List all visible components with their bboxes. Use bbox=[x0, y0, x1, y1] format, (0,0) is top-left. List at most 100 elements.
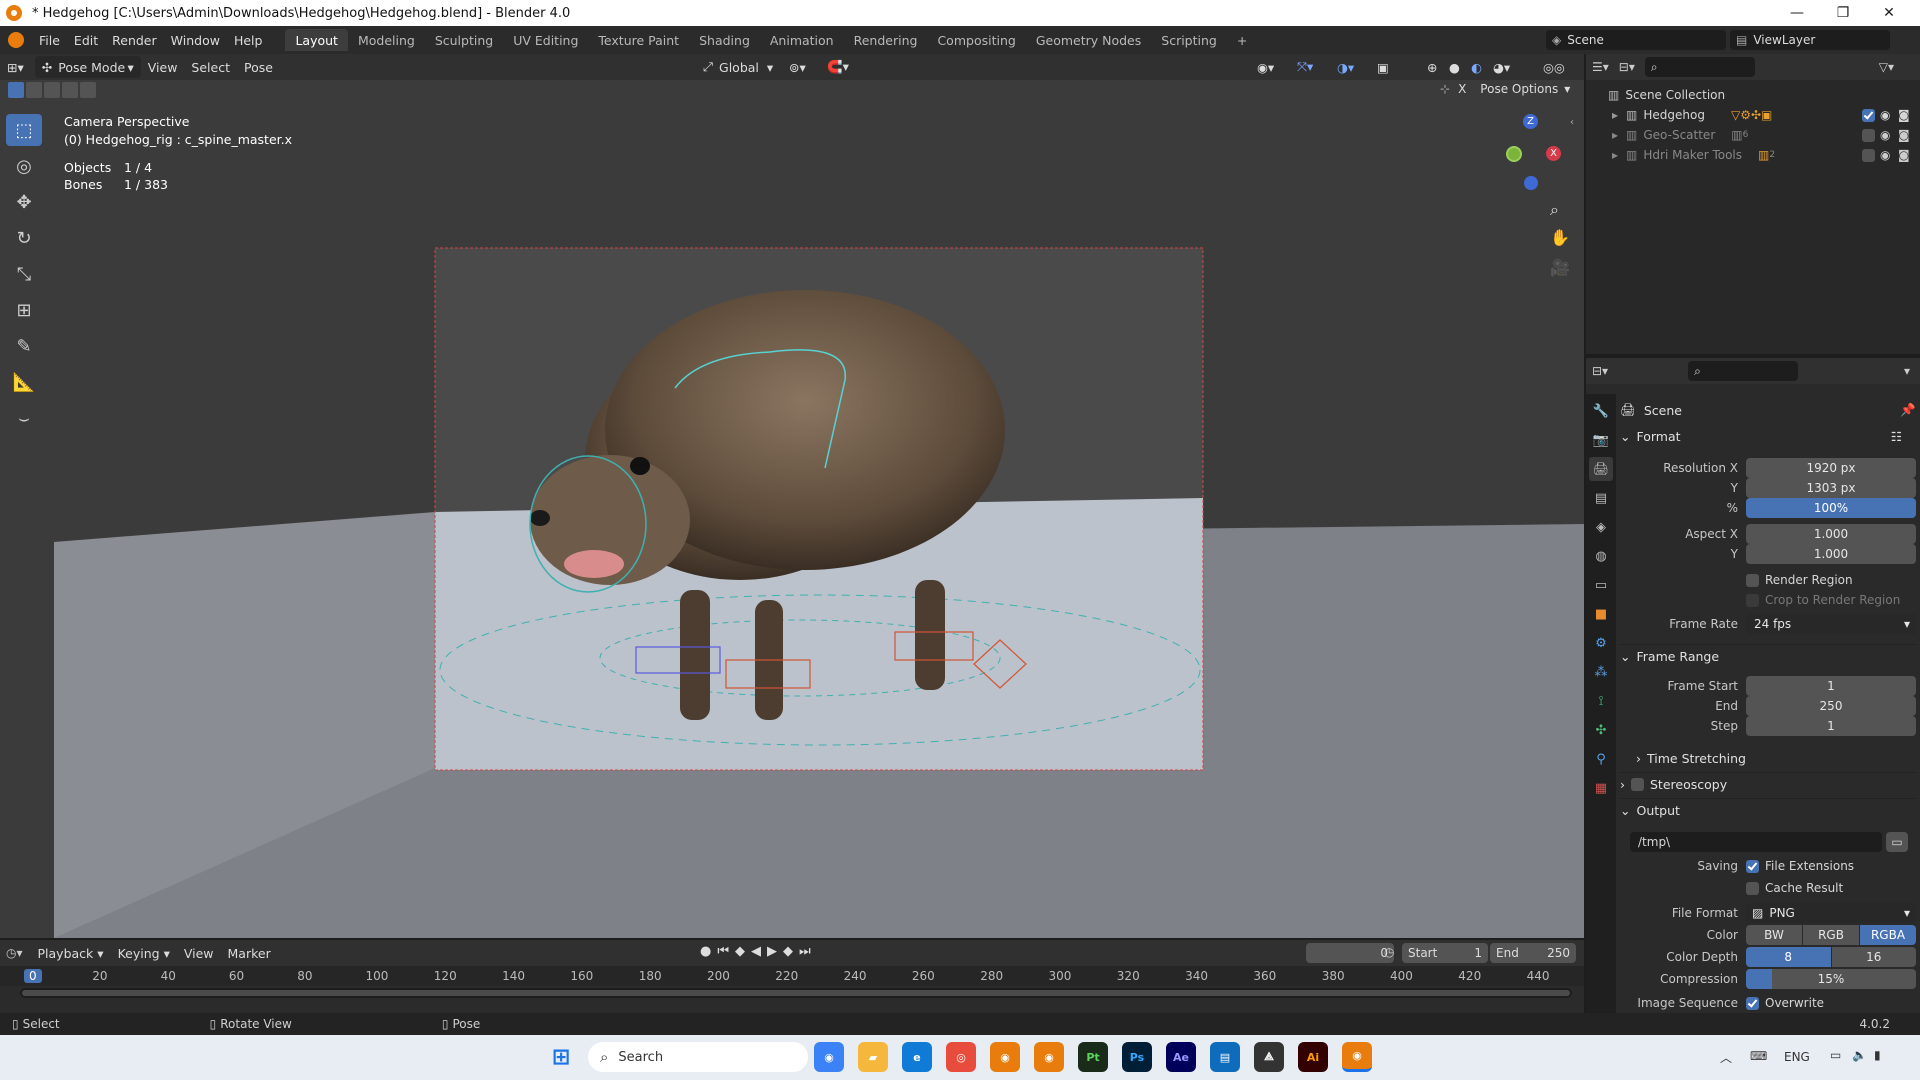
menu-help[interactable]: Help bbox=[227, 26, 270, 54]
gizmo-x-axis[interactable]: X bbox=[1546, 146, 1561, 161]
viewport-menu-select[interactable]: Select bbox=[184, 56, 237, 78]
tray-chevron-icon[interactable]: ︿ bbox=[1720, 1049, 1732, 1066]
timeline-scroll-thumb[interactable] bbox=[22, 990, 1570, 996]
exclude-checkbox[interactable] bbox=[1862, 128, 1875, 142]
bone-tab-icon[interactable]: ⚲ bbox=[1589, 747, 1613, 771]
frame-range-panel-header[interactable]: ⌄ Frame Range bbox=[1620, 644, 1916, 668]
after-effects-app-icon[interactable]: Ae bbox=[1166, 1042, 1196, 1072]
timeline-scrollbar[interactable] bbox=[20, 988, 1572, 998]
cursor-tool-icon[interactable]: ◎ bbox=[6, 150, 42, 182]
outliner-item-geo-scatter[interactable]: ▸ ▥ Geo-Scatter ▥ 6 ◉ ◙ bbox=[1612, 128, 1912, 142]
exclude-checkbox[interactable] bbox=[1862, 148, 1875, 162]
blender-active-app-icon[interactable]: ◉ bbox=[1342, 1042, 1372, 1072]
frame-step-field[interactable]: 1 bbox=[1746, 716, 1916, 736]
render-region-row[interactable]: Render Region bbox=[1626, 570, 1916, 590]
add-workspace-button[interactable]: + bbox=[1227, 29, 1257, 51]
outliner-editor-icon[interactable]: ☰▾ bbox=[1592, 60, 1609, 74]
visibility-icon[interactable]: ◉▾ bbox=[1250, 56, 1281, 78]
volume-icon[interactable]: 🔈 bbox=[1852, 1048, 1867, 1062]
camera-render-icon[interactable]: ◙ bbox=[1898, 128, 1910, 142]
stereoscopy-checkbox[interactable] bbox=[1631, 778, 1644, 791]
tab-texture-paint[interactable]: Texture Paint bbox=[588, 29, 689, 51]
presets-icon[interactable]: ☷ bbox=[1891, 429, 1902, 444]
viewport-menu-pose[interactable]: Pose bbox=[237, 56, 280, 78]
eye-icon[interactable]: ◉ bbox=[1880, 108, 1890, 122]
next-key-icon[interactable]: ◆ bbox=[783, 944, 799, 959]
keyboard-icon[interactable]: ⌨ bbox=[1750, 1049, 1767, 1063]
tab-compositing[interactable]: Compositing bbox=[927, 29, 1025, 51]
timeline-view-menu[interactable]: View bbox=[177, 942, 221, 964]
illustrator-app-icon[interactable]: Ai bbox=[1298, 1042, 1328, 1072]
timeline-end-field[interactable]: End 250 bbox=[1490, 943, 1576, 963]
language-indicator[interactable]: ENG bbox=[1784, 1050, 1810, 1064]
play-reverse-icon[interactable]: ◀ bbox=[751, 944, 767, 959]
play-icon[interactable]: ▶ bbox=[767, 944, 783, 959]
world-tab-icon[interactable]: ◍ bbox=[1589, 544, 1613, 568]
depth-16-button[interactable]: 16 bbox=[1831, 947, 1916, 967]
timeline-start-field[interactable]: Start 1 bbox=[1402, 943, 1488, 963]
playback-menu[interactable]: Playback ▾ bbox=[31, 942, 111, 964]
scale-tool-icon[interactable]: ⤡ bbox=[6, 258, 42, 290]
taskbar-search[interactable]: ⌕ Search bbox=[588, 1042, 808, 1072]
shading-wireframe-icon[interactable]: ⊕ bbox=[1420, 56, 1444, 78]
record-icon[interactable]: ● bbox=[700, 944, 717, 959]
resolution-percent-field[interactable]: 100% bbox=[1746, 498, 1916, 518]
gizmo-y-axis[interactable] bbox=[1506, 146, 1522, 162]
edge-browser-icon[interactable]: e bbox=[902, 1042, 932, 1072]
color-rgba-button[interactable]: RGBA bbox=[1860, 925, 1916, 945]
minimize-button[interactable]: — bbox=[1774, 0, 1820, 26]
measure-tool-icon[interactable]: 📐 bbox=[6, 366, 42, 398]
prev-key-icon[interactable]: ◆ bbox=[735, 944, 751, 959]
filter-icon[interactable]: ▽▾ bbox=[1879, 60, 1894, 74]
select-subtract-icon[interactable] bbox=[44, 82, 60, 98]
3d-viewport[interactable]: Camera Perspective (0) Hedgehog_rig : c_… bbox=[0, 80, 1584, 938]
mode-selector[interactable]: ✣ Pose Mode ▾ bbox=[34, 56, 141, 78]
view-layer-selector[interactable]: ▤ ViewLayer bbox=[1730, 30, 1890, 50]
menu-window[interactable]: Window bbox=[164, 26, 227, 54]
select-extend-icon[interactable] bbox=[26, 82, 42, 98]
maximize-button[interactable]: ❐ bbox=[1820, 0, 1866, 26]
tab-animation[interactable]: Animation bbox=[760, 29, 844, 51]
time-stretching-header[interactable]: › Time Stretching bbox=[1636, 746, 1920, 770]
pan-hand-icon[interactable]: ✋ bbox=[1550, 228, 1570, 247]
gizmo-neg-z-axis[interactable] bbox=[1524, 176, 1538, 190]
properties-editor-icon[interactable]: ⊟▾ bbox=[1592, 364, 1608, 378]
cache-result-row[interactable]: Cache Result bbox=[1626, 878, 1916, 898]
playhead-marker[interactable]: 0 bbox=[24, 969, 42, 983]
properties-search[interactable]: ⌕ bbox=[1688, 361, 1799, 381]
stereoscopy-panel-header[interactable]: › Stereoscopy bbox=[1620, 772, 1916, 796]
painter-app-icon[interactable]: Pt bbox=[1078, 1042, 1108, 1072]
render-tab-icon[interactable]: 📷 bbox=[1589, 428, 1613, 452]
camera-render-icon[interactable]: ◙ bbox=[1898, 108, 1910, 122]
menu-file[interactable]: File bbox=[32, 26, 67, 54]
timeline-editor-icon[interactable]: ◷▾ bbox=[6, 946, 23, 960]
object-tab-icon[interactable]: ■ bbox=[1589, 602, 1613, 626]
aspect-x-field[interactable]: 1.000 bbox=[1746, 524, 1916, 544]
output-panel-header[interactable]: ⌄ Output bbox=[1620, 798, 1916, 822]
crop-region-row[interactable]: Crop to Render Region bbox=[1626, 590, 1916, 610]
eye-icon[interactable]: ◉ bbox=[1880, 128, 1890, 142]
tab-rendering[interactable]: Rendering bbox=[844, 29, 928, 51]
overlay-toggle-icon[interactable]: ◑▾ bbox=[1330, 56, 1361, 78]
scene-collection-row[interactable]: ▥ Scene Collection bbox=[1608, 88, 1725, 102]
snap-icon[interactable]: 🧲▾ bbox=[820, 56, 856, 78]
bone-mirror-icon[interactable]: ⊹ bbox=[1440, 82, 1450, 96]
photoshop-app-icon[interactable]: Ps bbox=[1122, 1042, 1152, 1072]
chrome-browser-icon[interactable]: ◎ bbox=[946, 1042, 976, 1072]
navigation-gizmo[interactable]: Z X bbox=[1496, 114, 1566, 190]
tab-scripting[interactable]: Scripting bbox=[1151, 29, 1227, 51]
exclude-checkbox[interactable] bbox=[1862, 108, 1875, 122]
select-new-icon[interactable] bbox=[8, 82, 24, 98]
menu-render[interactable]: Render bbox=[105, 26, 164, 54]
marker-menu[interactable]: Marker bbox=[221, 942, 278, 964]
rotate-tool-icon[interactable]: ↻ bbox=[6, 222, 42, 254]
physics-tab-icon[interactable]: ⟟ bbox=[1589, 689, 1613, 713]
blender-app-icon[interactable]: ◉ bbox=[990, 1042, 1020, 1072]
color-rgb-button[interactable]: RGB bbox=[1803, 925, 1859, 945]
sidebar-toggle-icon[interactable]: ‹ bbox=[1570, 117, 1574, 128]
chat-app-icon[interactable]: ◉ bbox=[814, 1042, 844, 1072]
overwrite-checkbox[interactable] bbox=[1746, 996, 1759, 1010]
frame-end-field[interactable]: 250 bbox=[1746, 696, 1916, 716]
transform-tool-icon[interactable]: ⊞ bbox=[6, 294, 42, 326]
texture-tab-icon[interactable]: ▦ bbox=[1589, 776, 1613, 800]
